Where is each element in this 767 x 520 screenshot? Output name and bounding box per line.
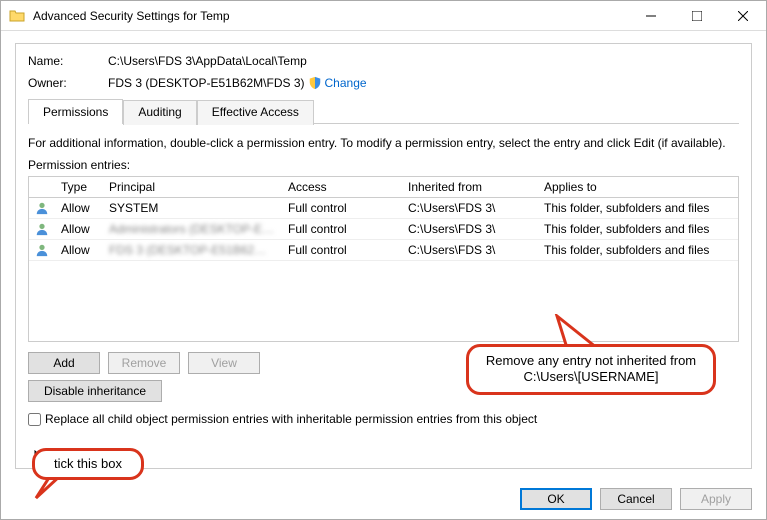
window-controls bbox=[628, 1, 766, 30]
owner-row: Owner: FDS 3 (DESKTOP-E51B62M\FDS 3) Cha… bbox=[28, 76, 739, 90]
person-icon bbox=[29, 219, 55, 239]
table-row[interactable]: AllowFDS 3 (DESKTOP-E51B62M\FD...Full co… bbox=[29, 240, 738, 261]
cell-applies: This folder, subfolders and files bbox=[538, 219, 738, 239]
col-applies[interactable]: Applies to bbox=[538, 177, 738, 197]
remove-button: Remove bbox=[108, 352, 180, 374]
grid-empty-area[interactable] bbox=[29, 261, 738, 341]
replace-checkbox-row: Replace all child object permission entr… bbox=[28, 412, 739, 426]
table-row[interactable]: AllowAdministrators (DESKTOP-E51...Full … bbox=[29, 219, 738, 240]
annotation-tick: tick this box bbox=[32, 448, 144, 480]
disable-inheritance-button[interactable]: Disable inheritance bbox=[28, 380, 162, 402]
cell-access: Full control bbox=[282, 198, 402, 218]
window: Advanced Security Settings for Temp Name… bbox=[0, 0, 767, 520]
cell-principal: SYSTEM bbox=[103, 198, 282, 218]
name-value: C:\Users\FDS 3\AppData\Local\Temp bbox=[108, 54, 307, 68]
content-area: Name: C:\Users\FDS 3\AppData\Local\Temp … bbox=[1, 31, 766, 479]
cell-inherited: C:\Users\FDS 3\ bbox=[402, 198, 538, 218]
cell-principal: Administrators (DESKTOP-E51... bbox=[103, 219, 282, 239]
maximize-button[interactable] bbox=[674, 1, 720, 30]
minimize-button[interactable] bbox=[628, 1, 674, 30]
permissions-grid[interactable]: Type Principal Access Inherited from App… bbox=[28, 176, 739, 342]
ok-button[interactable]: OK bbox=[520, 488, 592, 510]
cancel-button[interactable]: Cancel bbox=[600, 488, 672, 510]
tab-auditing[interactable]: Auditing bbox=[123, 100, 196, 125]
apply-button: Apply bbox=[680, 488, 752, 510]
tab-bar: Permissions Auditing Effective Access bbox=[28, 98, 739, 123]
replace-checkbox[interactable] bbox=[28, 413, 41, 426]
col-principal[interactable]: Principal bbox=[103, 177, 282, 197]
cell-type: Allow bbox=[55, 240, 103, 260]
person-icon bbox=[29, 240, 55, 260]
tab-permissions[interactable]: Permissions bbox=[28, 99, 123, 124]
cell-inherited: C:\Users\FDS 3\ bbox=[402, 219, 538, 239]
cell-type: Allow bbox=[55, 198, 103, 218]
owner-value: FDS 3 (DESKTOP-E51B62M\FDS 3) bbox=[108, 76, 305, 90]
col-access[interactable]: Access bbox=[282, 177, 402, 197]
col-inherited[interactable]: Inherited from bbox=[402, 177, 538, 197]
info-text: For additional information, double-click… bbox=[28, 136, 739, 150]
cell-access: Full control bbox=[282, 240, 402, 260]
cell-applies: This folder, subfolders and files bbox=[538, 198, 738, 218]
change-owner-link[interactable]: Change bbox=[325, 76, 367, 90]
owner-label: Owner: bbox=[28, 76, 108, 90]
name-label: Name: bbox=[28, 54, 108, 68]
window-title: Advanced Security Settings for Temp bbox=[33, 9, 628, 23]
cell-type: Allow bbox=[55, 219, 103, 239]
cell-applies: This folder, subfolders and files bbox=[538, 240, 738, 260]
view-button: View bbox=[188, 352, 260, 374]
titlebar: Advanced Security Settings for Temp bbox=[1, 1, 766, 31]
name-row: Name: C:\Users\FDS 3\AppData\Local\Temp bbox=[28, 54, 739, 68]
main-panel: Name: C:\Users\FDS 3\AppData\Local\Temp … bbox=[15, 43, 752, 469]
folder-icon bbox=[9, 8, 25, 24]
close-button[interactable] bbox=[720, 1, 766, 30]
tab-effective-access[interactable]: Effective Access bbox=[197, 100, 314, 125]
replace-checkbox-label: Replace all child object permission entr… bbox=[45, 412, 537, 426]
cell-access: Full control bbox=[282, 219, 402, 239]
grid-header: Type Principal Access Inherited from App… bbox=[29, 177, 738, 198]
annotation-remove: Remove any entry not inherited from C:\U… bbox=[466, 344, 716, 395]
dialog-footer: OK Cancel Apply bbox=[1, 479, 766, 519]
add-button[interactable]: Add bbox=[28, 352, 100, 374]
cell-principal: FDS 3 (DESKTOP-E51B62M\FD... bbox=[103, 240, 282, 260]
entries-label: Permission entries: bbox=[28, 158, 739, 172]
table-row[interactable]: AllowSYSTEMFull controlC:\Users\FDS 3\Th… bbox=[29, 198, 738, 219]
shield-icon bbox=[308, 76, 322, 90]
col-type[interactable]: Type bbox=[55, 177, 103, 197]
cell-inherited: C:\Users\FDS 3\ bbox=[402, 240, 538, 260]
person-icon bbox=[29, 198, 55, 218]
